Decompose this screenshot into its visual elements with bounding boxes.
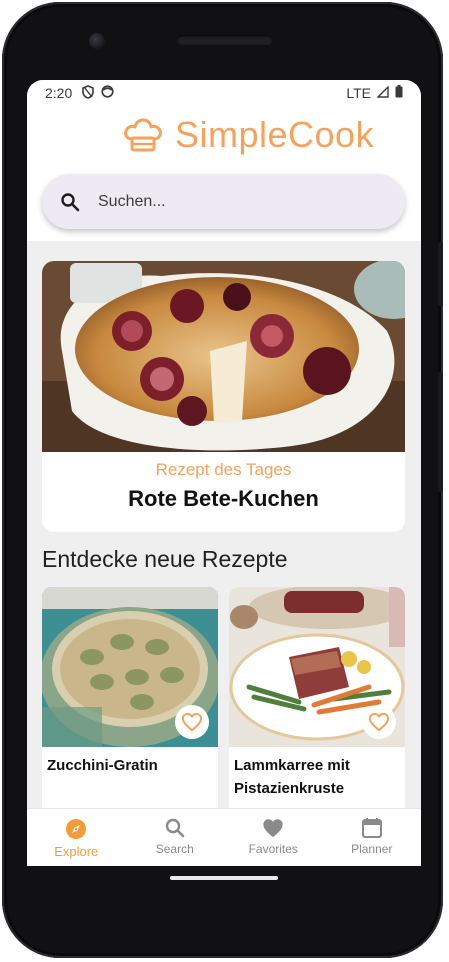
earpiece-speaker: [177, 35, 273, 45]
recipe-of-day-title: Rote Bete-Kuchen: [128, 486, 319, 511]
recipe-of-day-card[interactable]: Rezept des Tages Rote Bete-Kuchen: [42, 261, 405, 532]
shield-icon: [82, 84, 95, 102]
app-logo: SimpleCook: [123, 114, 374, 156]
app-header: SimpleCook Suchen...: [27, 106, 421, 241]
nav-planner-label: Planner: [351, 842, 393, 856]
phone-frame: 2:20 LTE SimpleCook Suchen... Rezept des…: [2, 2, 443, 958]
compass-icon: [66, 819, 87, 839]
network-type: LTE: [346, 85, 371, 101]
nav-favorites[interactable]: Favorites: [224, 809, 323, 866]
search-icon: [61, 192, 80, 211]
favorite-button-lamb[interactable]: [362, 705, 396, 739]
search-icon: [165, 818, 185, 838]
nav-favorites-label: Favorites: [248, 842, 298, 856]
status-time: 2:20: [45, 85, 73, 101]
nav-search-label: Search: [155, 842, 194, 856]
heart-outline-icon: [181, 712, 203, 732]
app-name: SimpleCook: [175, 114, 375, 155]
heart-icon: [263, 819, 283, 838]
nav-planner[interactable]: Planner: [323, 809, 422, 866]
status-bar: 2:20 LTE: [27, 80, 421, 106]
search-bar[interactable]: Suchen...: [42, 174, 405, 229]
chef-hat-icon: [124, 118, 162, 152]
recipe-of-day-label: Rezept des Tages: [155, 460, 292, 479]
recipe-title-lamb: Lammkarree mit Pistazienkruste: [234, 757, 350, 797]
nav-search[interactable]: Search: [126, 809, 225, 866]
calendar-icon: [361, 818, 382, 838]
bottom-navigation: Explore Search Favorites Planner: [27, 808, 421, 866]
nav-explore-label: Explore: [54, 844, 99, 859]
app-screen: 2:20 LTE SimpleCook Suchen... Rezept des…: [27, 80, 421, 866]
nav-explore[interactable]: Explore: [27, 809, 126, 866]
discover-heading: Entdecke neue Rezepte: [42, 546, 288, 572]
recipe-of-day-image: [42, 261, 405, 452]
explore-content: Rezept des Tages Rote Bete-Kuchen Entdec…: [27, 241, 421, 817]
power-button: [438, 372, 443, 492]
recipe-card-zucchini[interactable]: Zucchini-Gratin: [42, 587, 218, 817]
signal-icon: [376, 85, 389, 101]
home-gesture-bar[interactable]: [170, 876, 278, 880]
heart-outline-icon: [368, 712, 390, 732]
recipe-card-lamb[interactable]: Lammkarree mit Pistazienkruste: [229, 587, 405, 817]
front-camera: [89, 33, 105, 49]
battery-icon: [395, 85, 403, 101]
search-input[interactable]: Suchen...: [98, 193, 166, 211]
volume-button: [438, 242, 443, 306]
recipe-title-zucchini: Zucchini-Gratin: [47, 757, 158, 774]
face-icon: [101, 85, 114, 101]
status-right: LTE: [346, 85, 403, 101]
favorite-button-zucchini[interactable]: [175, 705, 209, 739]
